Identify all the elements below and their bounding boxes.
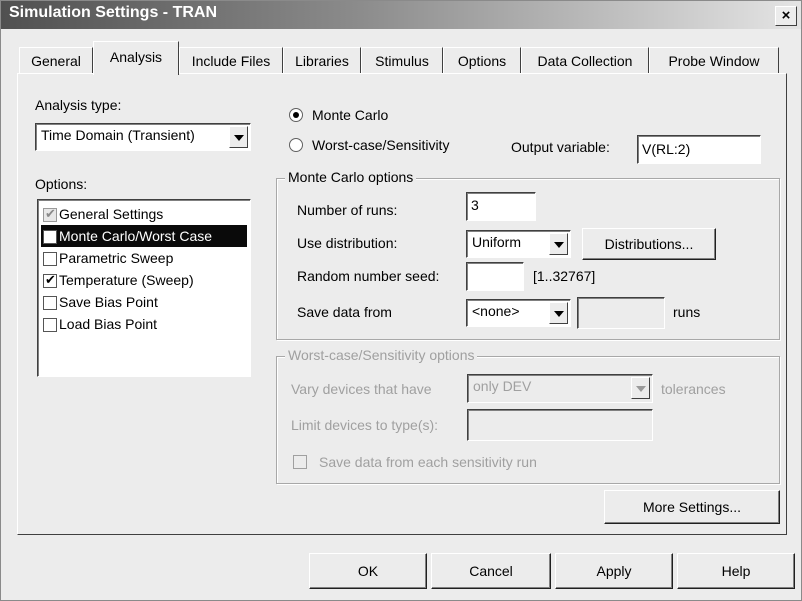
radio-dot — [293, 112, 299, 118]
check-icon: ✔ — [45, 272, 56, 287]
seed-range-label: [1..32767] — [533, 268, 596, 284]
limit-devices-input[interactable] — [467, 409, 653, 441]
distributions-button-label: Distributions... — [604, 236, 694, 252]
ok-label: OK — [357, 563, 379, 579]
analysis-type-value: Time Domain (Transient) — [41, 127, 195, 143]
tab-options[interactable]: Options — [443, 47, 521, 74]
option-temperature-sweep[interactable]: ✔ Temperature (Sweep) — [41, 269, 247, 291]
random-seed-input[interactable] — [466, 262, 524, 291]
tab-label: Stimulus — [375, 53, 429, 69]
apply-label: Apply — [596, 563, 632, 579]
checkbox[interactable]: ✔ — [43, 206, 57, 222]
checkbox[interactable]: ✔ — [43, 272, 57, 288]
checkbox[interactable] — [43, 296, 57, 310]
title-bar: Simulation Settings - TRAN × — [1, 1, 801, 29]
save-each-run-label: Save data from each sensitivity run — [319, 454, 537, 470]
chevron-down-icon[interactable] — [229, 126, 248, 148]
chevron-down-icon[interactable] — [549, 302, 568, 324]
option-save-bias-point[interactable]: Save Bias Point — [41, 291, 247, 313]
help-button[interactable]: Help — [677, 553, 795, 589]
cancel-label: Cancel — [469, 563, 513, 579]
tab-general[interactable]: General — [19, 47, 93, 74]
distributions-button[interactable]: Distributions... — [582, 228, 716, 260]
more-settings-label: More Settings... — [642, 499, 742, 515]
tab-label: Probe Window — [668, 53, 760, 69]
output-variable-label: Output variable: — [511, 139, 610, 155]
option-label: Load Bias Point — [59, 316, 158, 332]
number-of-runs-value: 3 — [471, 197, 479, 213]
worst-case-options-legend: Worst-case/Sensitivity options — [285, 347, 478, 363]
tab-label: Options — [457, 53, 507, 69]
option-label: Temperature (Sweep) — [59, 272, 194, 288]
tab-include-files[interactable]: Include Files — [179, 47, 283, 74]
tab-libraries[interactable]: Libraries — [283, 47, 361, 74]
analysis-type-label: Analysis type: — [35, 97, 122, 113]
option-label: Parametric Sweep — [59, 250, 174, 266]
option-monte-carlo[interactable]: ✔ Monte Carlo/Worst Case — [41, 225, 247, 247]
vary-devices-label: Vary devices that have — [291, 381, 432, 397]
chevron-down-icon[interactable] — [631, 377, 650, 399]
window-title: Simulation Settings - TRAN — [9, 4, 217, 21]
check-icon: ✔ — [45, 228, 56, 243]
distribution-value: Uniform — [472, 234, 522, 250]
tab-label: Include Files — [191, 53, 271, 69]
runs-label: runs — [673, 304, 701, 320]
apply-button[interactable]: Apply — [555, 553, 673, 589]
tab-probe-window[interactable]: Probe Window — [649, 47, 779, 74]
option-load-bias-point[interactable]: Load Bias Point — [41, 313, 247, 335]
check-icon: ✔ — [45, 206, 56, 221]
save-data-value: <none> — [472, 303, 520, 319]
tolerances-label: tolerances — [661, 381, 726, 397]
save-data-label: Save data from — [297, 304, 392, 320]
tab-data-collection[interactable]: Data Collection — [521, 47, 649, 74]
ok-button[interactable]: OK — [309, 553, 427, 589]
checkbox[interactable] — [43, 318, 57, 332]
number-of-runs-input[interactable]: 3 — [466, 192, 536, 221]
number-of-runs-label: Number of runs: — [297, 202, 398, 218]
vary-devices-value: only DEV — [473, 378, 532, 394]
tab-analysis[interactable]: Analysis — [93, 41, 179, 75]
option-general-settings[interactable]: ✔ General Settings — [41, 203, 247, 225]
tab-label: Data Collection — [537, 53, 633, 69]
close-button[interactable]: × — [775, 6, 797, 26]
option-parametric-sweep[interactable]: Parametric Sweep — [41, 247, 247, 269]
worst-case-radio[interactable] — [289, 138, 303, 152]
options-listbox[interactable]: ✔ General Settings ✔ Monte Carlo/Worst C… — [37, 199, 251, 377]
random-seed-label: Random number seed: — [297, 268, 440, 284]
analysis-type-dropdown[interactable]: Time Domain (Transient) — [35, 123, 251, 151]
save-data-runs-input[interactable] — [577, 297, 665, 329]
help-label: Help — [721, 563, 751, 579]
vary-devices-dropdown[interactable]: only DEV — [467, 374, 653, 403]
options-label: Options: — [35, 176, 88, 192]
output-variable-input[interactable]: V(RL:2) — [637, 135, 761, 164]
cancel-button[interactable]: Cancel — [431, 553, 551, 589]
tab-label: General — [31, 53, 81, 69]
more-settings-button[interactable]: More Settings... — [604, 490, 780, 524]
option-label: General Settings — [59, 206, 164, 222]
use-distribution-label: Use distribution: — [297, 235, 398, 251]
monte-carlo-options-legend: Monte Carlo options — [285, 169, 417, 185]
checkbox[interactable] — [43, 252, 57, 266]
save-data-dropdown[interactable]: <none> — [466, 299, 571, 327]
distribution-dropdown[interactable]: Uniform — [466, 230, 571, 258]
worst-case-label: Worst-case/Sensitivity — [312, 137, 450, 153]
output-variable-value: V(RL:2) — [642, 141, 691, 157]
simulation-settings-dialog: Simulation Settings - TRAN × General Ana… — [0, 0, 802, 601]
tab-label: Libraries — [295, 53, 349, 69]
checkbox[interactable]: ✔ — [43, 228, 57, 244]
option-label: Monte Carlo/Worst Case — [59, 228, 213, 244]
limit-devices-label: Limit devices to type(s): — [291, 417, 439, 433]
save-each-run-checkbox[interactable] — [293, 455, 307, 469]
monte-carlo-label: Monte Carlo — [312, 107, 389, 123]
chevron-down-icon[interactable] — [549, 233, 568, 255]
tab-stimulus[interactable]: Stimulus — [361, 47, 443, 74]
monte-carlo-radio[interactable] — [289, 108, 303, 122]
option-label: Save Bias Point — [59, 294, 158, 310]
tab-label: Analysis — [109, 49, 163, 65]
close-icon: × — [781, 7, 791, 24]
